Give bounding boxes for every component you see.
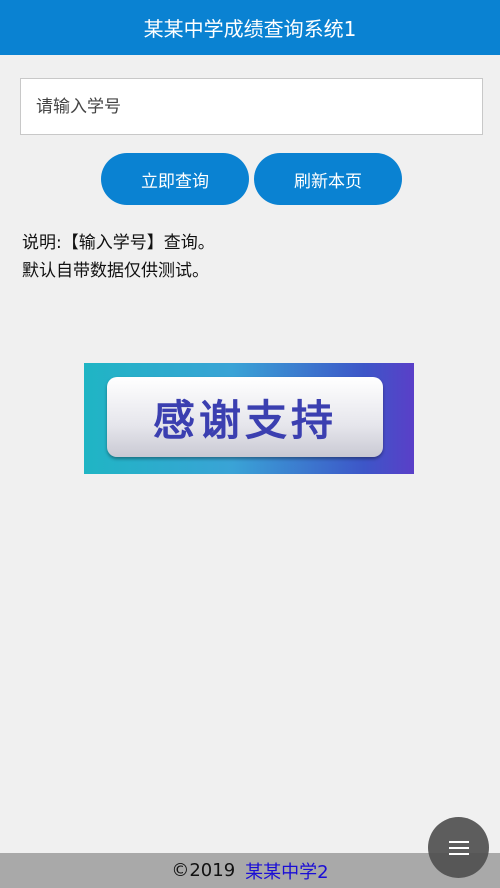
copyright-text: ©2019 [171, 860, 236, 881]
footer-school-link[interactable]: 某某中学2 [245, 858, 328, 884]
instructions-line-2: 默认自带数据仅供测试。 [22, 261, 209, 281]
banner-plate: 感谢支持 [107, 377, 383, 457]
banner-text: 感谢支持 [152, 395, 337, 445]
refresh-button[interactable]: 刷新本页 [254, 153, 402, 205]
floating-menu-button[interactable] [428, 817, 489, 878]
thanks-banner: 感谢支持 [84, 363, 414, 474]
instructions: 说明:【输入学号】查询。 默认自带数据仅供测试。 [22, 229, 215, 285]
app-header: 某某中学成绩查询系统1 [0, 0, 500, 55]
instructions-line-1: 说明:【输入学号】查询。 [22, 233, 215, 253]
student-id-input[interactable] [20, 78, 483, 135]
footer: ©2019 某某中学2 [0, 853, 500, 888]
page-title: 某某中学成绩查询系统1 [143, 17, 357, 41]
query-button[interactable]: 立即查询 [101, 153, 249, 205]
menu-icon [448, 840, 469, 855]
